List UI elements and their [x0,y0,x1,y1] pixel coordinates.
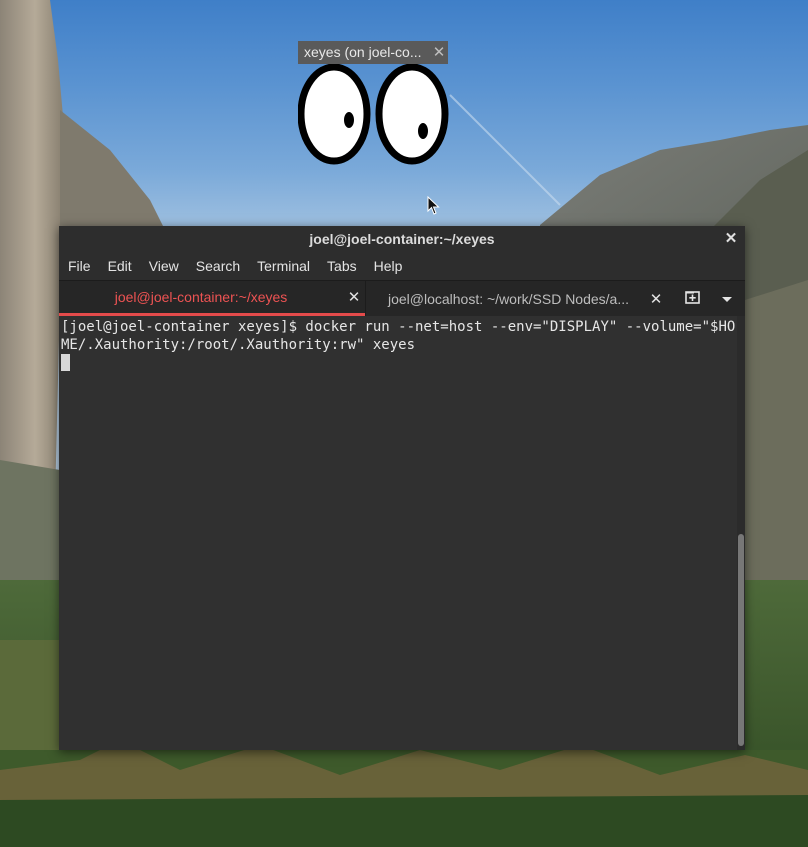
left-eye [297,63,371,165]
menu-search[interactable]: Search [189,252,247,280]
tab-joel-container[interactable]: joel@joel-container:~/xeyes ✕ [59,281,365,316]
menu-file[interactable]: File [61,252,98,280]
new-tab-icon[interactable] [683,290,703,307]
menu-help[interactable]: Help [367,252,410,280]
close-icon[interactable]: ✕ [723,226,739,252]
command-line: [joel@joel-container xeyes]$ docker run … [61,319,736,353]
right-pupil [418,123,428,139]
tab-menu-icon[interactable] [717,291,737,307]
terminal-window[interactable]: joel@joel-container:~/xeyes ✕ File Edit … [59,226,745,750]
text-cursor [61,354,70,371]
close-icon[interactable]: ✕ [645,290,667,308]
close-icon[interactable]: ✕ [430,41,448,64]
close-icon[interactable]: ✕ [343,288,365,306]
right-eye [375,63,449,165]
tab-localhost[interactable]: joel@localhost: ~/work/SSD Nodes/a... ✕ [365,281,667,316]
tab-label: joel@joel-container:~/xeyes [114,289,288,305]
tab-label: joel@localhost: ~/work/SSD Nodes/a... [387,290,630,307]
tab-bar: joel@joel-container:~/xeyes ✕ joel@local… [59,280,745,316]
terminal-titlebar[interactable]: joel@joel-container:~/xeyes ✕ [59,226,745,252]
terminal-window-title: joel@joel-container:~/xeyes [309,231,495,247]
scrollbar[interactable] [737,316,745,750]
menubar: File Edit View Search Terminal Tabs Help [59,252,745,280]
xeyes-window-title: xeyes (on joel-co... [304,44,422,60]
menu-tabs[interactable]: Tabs [320,252,364,280]
menu-terminal[interactable]: Terminal [250,252,317,280]
terminal-output[interactable]: [joel@joel-container xeyes]$ docker run … [59,316,745,750]
left-pupil [344,112,354,128]
mouse-pointer-icon [427,195,441,221]
xeyes-eyes [297,63,450,166]
menu-edit[interactable]: Edit [101,252,139,280]
xeyes-titlebar[interactable]: xeyes (on joel-co... ✕ [298,41,448,64]
tab-actions [667,281,745,316]
scrollbar-thumb[interactable] [738,534,744,746]
menu-view[interactable]: View [142,252,186,280]
